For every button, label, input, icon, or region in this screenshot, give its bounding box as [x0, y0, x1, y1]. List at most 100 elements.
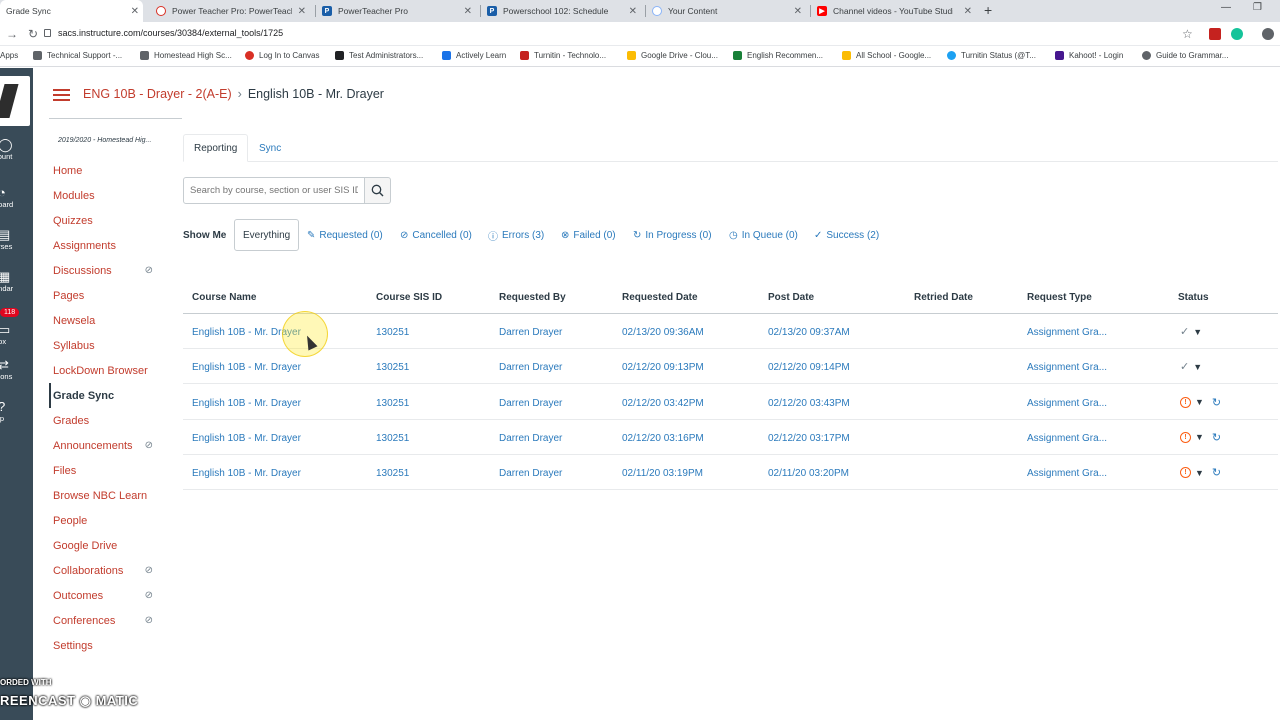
cell-post-date[interactable]: 02/12/20 03:17PM [768, 433, 850, 444]
course-nav-syllabus[interactable]: Syllabus [49, 333, 179, 358]
retry-icon[interactable]: ↻ [1212, 431, 1221, 444]
url-input[interactable]: sacs.instructure.com/courses/30384/exter… [58, 28, 283, 38]
browser-tab-powerteacher-pro-2[interactable]: P PowerTeacher Pro ✕ [316, 0, 476, 22]
column-header[interactable]: Request Type [1027, 292, 1092, 303]
cell-request-type[interactable]: Assignment Gra... [1027, 468, 1107, 479]
retry-icon[interactable]: ↻ [1212, 466, 1221, 479]
bookmark-item[interactable]: English Recommen... [733, 51, 823, 60]
bookmark-item[interactable]: Test Administrators... [335, 51, 423, 60]
course-nav-newsela[interactable]: Newsela [49, 308, 179, 333]
filter-in-queue[interactable]: ◷ In Queue (0) [729, 219, 798, 251]
hamburger-menu-icon[interactable] [53, 89, 70, 104]
filter-cancelled[interactable]: ⊘ Cancelled (0) [400, 219, 472, 251]
cell-course-sis-id[interactable]: 130251 [376, 433, 409, 444]
cell-course-sis-id[interactable]: 130251 [376, 362, 409, 373]
cell-requested-by[interactable]: Darren Drayer [499, 468, 562, 479]
filter-failed[interactable]: ⊗ Failed (0) [561, 219, 616, 251]
course-nav-settings[interactable]: Settings [49, 633, 179, 658]
course-nav-files[interactable]: Files [49, 458, 179, 483]
expand-caret-icon[interactable]: ▼ [1195, 397, 1204, 407]
column-header[interactable]: Course SIS ID [376, 292, 442, 303]
course-nav-grade-sync[interactable]: Grade Sync [49, 383, 179, 408]
column-header[interactable]: Course Name [192, 292, 256, 303]
cell-requested-date[interactable]: 02/13/20 09:36AM [622, 327, 704, 338]
bookmark-item[interactable]: Log In to Canvas [245, 51, 319, 60]
cell-request-type[interactable]: Assignment Gra... [1027, 433, 1107, 444]
expand-caret-icon[interactable]: ▼ [1193, 327, 1202, 337]
course-nav-announcements[interactable]: Announcements ⊘ [49, 433, 179, 458]
search-input[interactable] [183, 177, 365, 204]
reload-icon[interactable]: ↻ [28, 27, 38, 41]
column-header[interactable]: Requested By [499, 292, 566, 303]
tab-reporting[interactable]: Reporting [183, 134, 249, 162]
column-header[interactable]: Post Date [768, 292, 814, 303]
course-nav-discussions[interactable]: Discussions ⊘ [49, 258, 179, 283]
bookmark-item[interactable]: Actively Learn [442, 51, 506, 60]
bookmark-item[interactable]: All School - Google... [842, 51, 931, 60]
course-nav-grades[interactable]: Grades [49, 408, 179, 433]
column-header[interactable]: Requested Date [622, 292, 698, 303]
course-nav-lockdown-browser[interactable]: LockDown Browser [49, 358, 179, 383]
search-button[interactable] [365, 177, 391, 204]
global-nav-courses[interactable]: ▤urses [0, 228, 33, 252]
browser-tab-powerschool-schedule[interactable]: P Powerschool 102: Schedule ✕ [481, 0, 641, 22]
filter-everything[interactable]: Everything [234, 219, 300, 251]
close-icon[interactable]: ✕ [629, 6, 637, 17]
cell-post-date[interactable]: 02/12/20 03:43PM [768, 398, 850, 409]
course-nav-modules[interactable]: Modules [49, 183, 179, 208]
cell-post-date[interactable]: 02/13/20 09:37AM [768, 327, 850, 338]
close-icon[interactable]: ✕ [131, 6, 139, 17]
cell-course-sis-id[interactable]: 130251 [376, 327, 409, 338]
bookmark-item[interactable]: Turnitin Status (@T... [947, 51, 1036, 60]
course-nav-home[interactable]: Home [49, 158, 179, 183]
cell-course-name[interactable]: English 10B - Mr. Drayer [192, 398, 301, 409]
expand-caret-icon[interactable]: ▼ [1195, 468, 1204, 478]
course-nav-outcomes[interactable]: Outcomes ⊘ [49, 583, 179, 608]
cell-course-name[interactable]: English 10B - Mr. Drayer [192, 468, 301, 479]
cell-requested-date[interactable]: 02/12/20 03:16PM [622, 433, 704, 444]
close-icon[interactable]: ✕ [794, 6, 802, 17]
close-icon[interactable]: ✕ [298, 6, 306, 17]
browser-tab-powerteacher-pro-1[interactable]: Power Teacher Pro: PowerTeacher ✕ [150, 0, 310, 22]
filter-in-progress[interactable]: ↻ In Progress (0) [633, 219, 712, 251]
global-nav-inbox[interactable]: ▭box [0, 323, 33, 347]
cell-requested-date[interactable]: 02/12/20 09:13PM [622, 362, 704, 373]
cell-requested-by[interactable]: Darren Drayer [499, 362, 562, 373]
course-nav-assignments[interactable]: Assignments [49, 233, 179, 258]
cell-course-name[interactable]: English 10B - Mr. Drayer [192, 362, 301, 373]
cell-requested-by[interactable]: Darren Drayer [499, 398, 562, 409]
forward-icon[interactable]: → [6, 27, 18, 41]
profile-avatar-icon[interactable] [1262, 28, 1274, 40]
expand-caret-icon[interactable]: ▼ [1193, 362, 1202, 372]
filter-errors[interactable]: ⓘ Errors (3) [488, 219, 544, 251]
bookmark-item[interactable]: Homestead High Sc... [140, 51, 232, 60]
global-nav-commons[interactable]: ⇄mons [0, 358, 33, 382]
course-nav-pages[interactable]: Pages [49, 283, 179, 308]
bookmark-item[interactable]: Google Drive - Clou... [627, 51, 718, 60]
browser-tab-youtube-studio[interactable]: ▶ Channel videos - YouTube Studio ✕ [811, 0, 976, 22]
global-nav-dashboard[interactable]: ◔board [0, 186, 33, 210]
browser-tab-grade-sync[interactable]: Grade Sync ✕ [0, 0, 143, 22]
global-nav-account[interactable]: ◯count [0, 138, 33, 162]
course-nav-quizzes[interactable]: Quizzes [49, 208, 179, 233]
cell-requested-date[interactable]: 02/11/20 03:19PM [622, 468, 703, 479]
pdf-extension-icon[interactable] [1209, 28, 1221, 40]
maximize-icon[interactable]: ❐ [1253, 2, 1262, 13]
retry-icon[interactable]: ↻ [1212, 396, 1221, 409]
tab-sync[interactable]: Sync [249, 134, 291, 162]
column-header[interactable]: Retried Date [914, 292, 973, 303]
browser-tab-your-content[interactable]: Your Content ✕ [646, 0, 806, 22]
cell-request-type[interactable]: Assignment Gra... [1027, 362, 1107, 373]
bookmark-star-icon[interactable]: ☆ [1182, 27, 1193, 41]
course-nav-people[interactable]: People [49, 508, 179, 533]
filter-requested[interactable]: ✎ Requested (0) [307, 219, 383, 251]
expand-caret-icon[interactable]: ▼ [1195, 432, 1204, 442]
cell-post-date[interactable]: 02/11/20 03:20PM [768, 468, 849, 479]
global-nav-calendar[interactable]: ▦endar [0, 270, 33, 294]
bookmark-apps[interactable]: Apps [0, 51, 18, 60]
school-logo[interactable] [0, 76, 30, 126]
cell-post-date[interactable]: 02/12/20 09:14PM [768, 362, 850, 373]
cell-course-sis-id[interactable]: 130251 [376, 468, 409, 479]
breadcrumb-course-link[interactable]: ENG 10B - Drayer - 2(A-E) [83, 87, 232, 101]
minimize-icon[interactable]: — [1221, 2, 1231, 13]
